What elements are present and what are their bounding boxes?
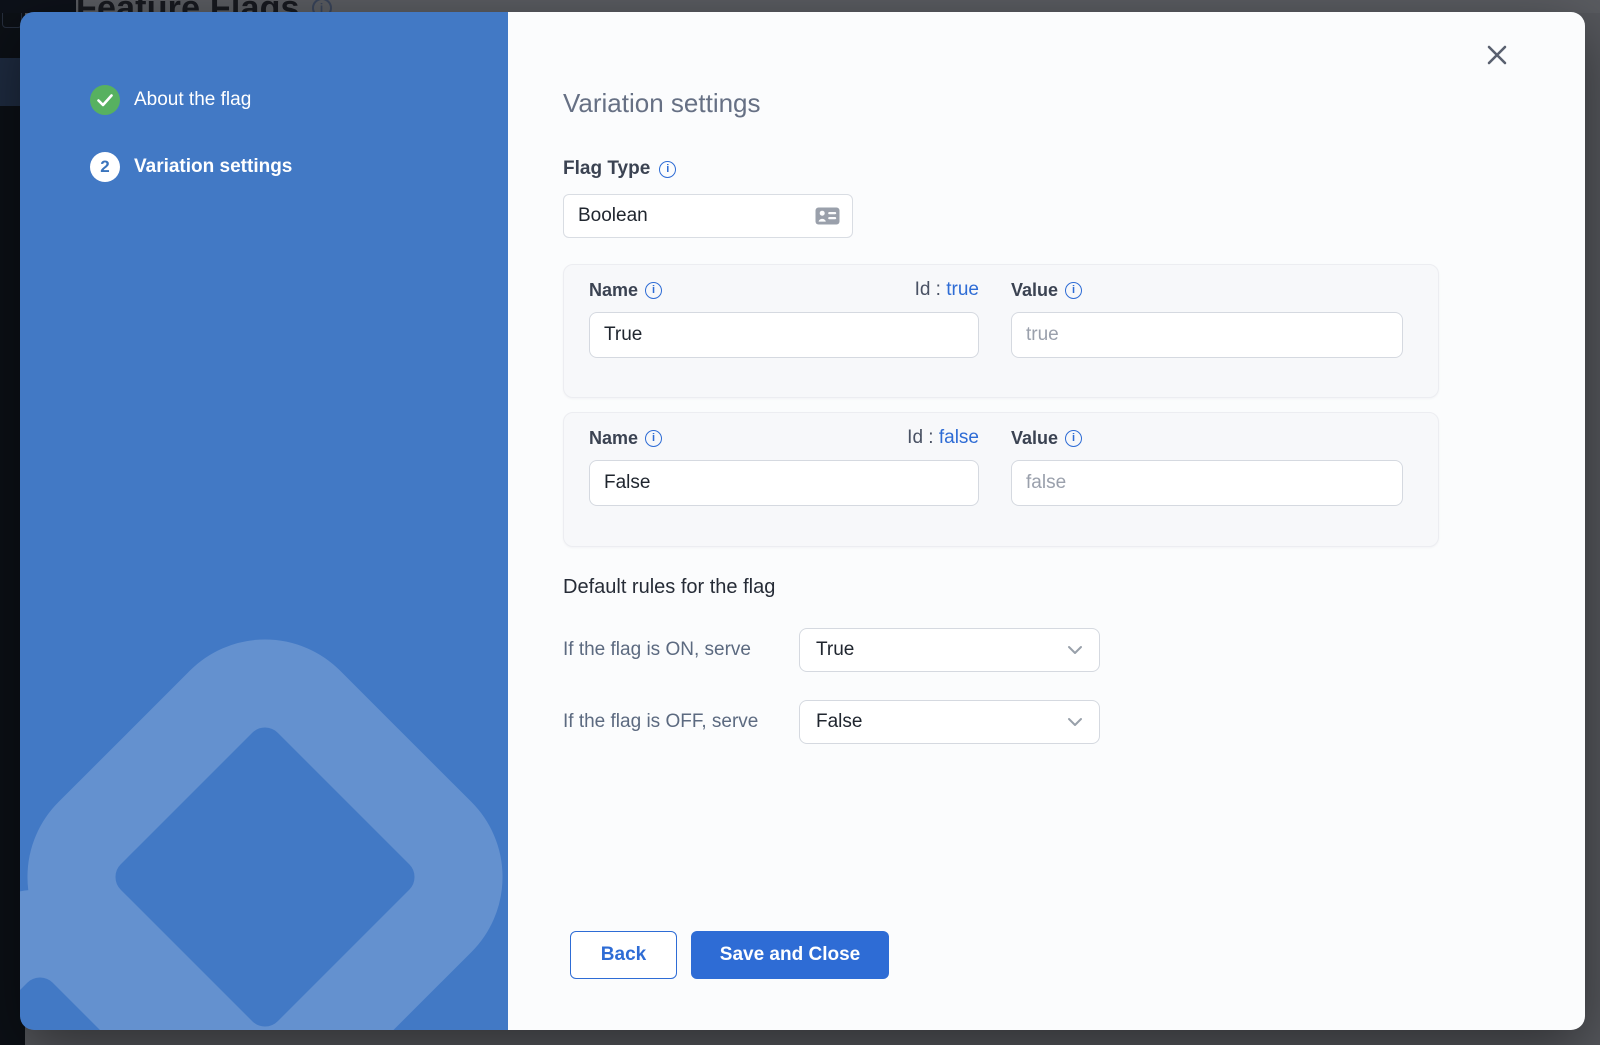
value-label-text: Value <box>1011 280 1058 301</box>
default-rules-title: Default rules for the flag <box>563 576 775 599</box>
rule-on-label: If the flag is ON, serve <box>563 628 751 672</box>
off-serve-select[interactable]: False <box>799 700 1100 744</box>
variation-name-input[interactable] <box>589 460 979 506</box>
variation-card-false: Name i Id : false Value i <box>563 412 1439 547</box>
variation-id: Id : false <box>907 427 979 449</box>
info-icon: i <box>645 282 662 299</box>
id-value-text: true <box>946 279 979 300</box>
on-serve-select[interactable]: True <box>799 628 1100 672</box>
variation-card-true: Name i Id : true Value i <box>563 264 1439 398</box>
name-label: Name i <box>589 280 662 301</box>
modal-stepper-panel: About the flag 2 Variation settings <box>20 12 508 1030</box>
id-value-text: false <box>939 427 979 448</box>
value-label-text: Value <box>1011 428 1058 449</box>
step-number-badge: 2 <box>90 152 120 182</box>
page-title: Variation settings <box>563 88 761 119</box>
variation-value-input[interactable] <box>1011 460 1403 506</box>
screen: Feature Flags i <box>0 0 1600 1045</box>
flag-type-select[interactable]: Boolean <box>563 194 853 238</box>
name-label-text: Name <box>589 280 638 301</box>
name-label: Name i <box>589 428 662 449</box>
variation-name-input[interactable] <box>589 312 979 358</box>
modal-content-panel: Variation settings Flag Type i Boolean <box>508 12 1585 1030</box>
variation-card-labels: Name i Id : false Value i <box>589 427 1403 449</box>
step-label: Variation settings <box>134 156 292 178</box>
flag-type-picker-icon <box>814 205 841 227</box>
info-icon: i <box>1065 282 1082 299</box>
back-button[interactable]: Back <box>570 931 677 979</box>
id-label-text: Id : <box>907 427 933 448</box>
flag-type-label: Flag Type i <box>563 158 676 180</box>
info-icon: i <box>659 161 676 178</box>
create-flag-modal: About the flag 2 Variation settings Vari… <box>20 12 1585 1030</box>
step-label: About the flag <box>134 89 251 111</box>
close-icon[interactable] <box>1483 41 1511 69</box>
chevron-down-icon <box>1067 645 1083 655</box>
chevron-down-icon <box>1067 717 1083 727</box>
value-label: Value i <box>1011 428 1082 449</box>
flag-type-label-text: Flag Type <box>563 158 650 180</box>
variation-id: Id : true <box>915 279 979 301</box>
flag-type-value: Boolean <box>578 205 648 227</box>
variation-value-input[interactable] <box>1011 312 1403 358</box>
info-icon: i <box>645 430 662 447</box>
variation-card-labels: Name i Id : true Value i <box>589 279 1403 301</box>
id-label-text: Id : <box>915 279 941 300</box>
info-icon: i <box>1065 430 1082 447</box>
value-label: Value i <box>1011 280 1082 301</box>
off-serve-value: False <box>816 711 862 733</box>
rule-off-label: If the flag is OFF, serve <box>563 700 758 744</box>
step-completed-check-icon <box>90 85 120 115</box>
step-about-the-flag[interactable]: About the flag <box>90 85 292 115</box>
wizard-steps: About the flag 2 Variation settings <box>90 85 292 182</box>
on-serve-value: True <box>816 639 854 661</box>
name-label-text: Name <box>589 428 638 449</box>
save-and-close-button[interactable]: Save and Close <box>691 931 889 979</box>
step-variation-settings[interactable]: 2 Variation settings <box>90 152 292 182</box>
